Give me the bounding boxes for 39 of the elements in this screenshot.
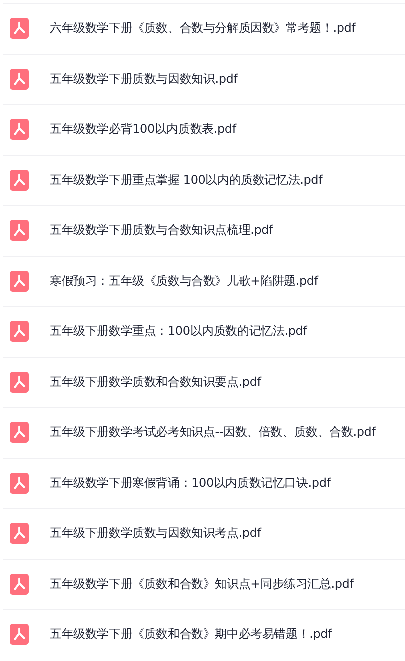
- pdf-icon: [10, 321, 29, 342]
- file-name: 五年级数学下册质数与合数知识点梳理.pdf: [50, 222, 274, 240]
- file-row[interactable]: 五年级下册数学质数与因数知识考点.pdf: [3, 508, 405, 558]
- file-name: 五年级下册数学重点：100以内质数的记忆法.pdf: [50, 323, 308, 340]
- pdf-icon: [10, 68, 29, 90]
- file-row[interactable]: 五年级数学必背100以内质数表.pdf: [3, 104, 405, 154]
- file-name: 五年级数学下册寒假背诵：100以内质数记忆口诀.pdf: [50, 474, 331, 492]
- pdf-icon: [10, 270, 29, 292]
- file-name: 五年级数学下册质数与因数知识.pdf: [50, 70, 238, 88]
- pdf-icon: [10, 372, 29, 393]
- pdf-icon: [10, 18, 29, 40]
- file-name: 五年级下册数学质数和合数知识要点.pdf: [50, 374, 262, 391]
- pdf-icon: [10, 574, 29, 595]
- file-row[interactable]: 五年级数学下册《质数和合数》知识点+同步练习汇总.pdf: [3, 558, 405, 609]
- file-row[interactable]: 五年级下册数学考试必考知识点--因数、倍数、质数、合数.pdf: [3, 407, 405, 458]
- pdf-icon: [10, 523, 29, 544]
- file-name: 六年级数学下册《质数、合数与分解质因数》常考题！.pdf: [50, 20, 356, 38]
- file-row[interactable]: 五年级数学下册质数与因数知识.pdf: [3, 54, 405, 104]
- pdf-icon: [10, 422, 29, 444]
- file-name: 五年级数学下册重点掌握 100以内的质数记忆法.pdf: [50, 172, 323, 189]
- file-name: 五年级数学下册《质数和合数》期中必考易错题！.pdf: [50, 626, 332, 644]
- file-row[interactable]: 五年级数学下册《质数和合数》期中必考易错题！.pdf: [3, 609, 405, 660]
- pdf-icon: [10, 119, 29, 140]
- pdf-icon: [10, 170, 29, 191]
- file-name: 寒假预习：五年级《质数与合数》儿歌+陷阱题.pdf: [50, 272, 318, 290]
- file-row[interactable]: 五年级数学下册质数与合数知识点梳理.pdf: [3, 205, 405, 256]
- file-row[interactable]: 五年级下册数学质数和合数知识要点.pdf: [3, 356, 405, 407]
- file-name: 五年级数学下册《质数和合数》知识点+同步练习汇总.pdf: [50, 576, 354, 593]
- file-row[interactable]: 五年级数学下册重点掌握 100以内的质数记忆法.pdf: [3, 154, 405, 205]
- pdf-icon: [10, 472, 29, 494]
- file-row[interactable]: 五年级下册数学重点：100以内质数的记忆法.pdf: [3, 306, 405, 356]
- file-name: 五年级数学必背100以内质数表.pdf: [50, 121, 236, 138]
- file-row[interactable]: 寒假预习：五年级《质数与合数》儿歌+陷阱题.pdf: [3, 256, 405, 306]
- pdf-icon: [10, 624, 29, 646]
- file-row[interactable]: 五年级数学下册寒假背诵：100以内质数记忆口诀.pdf: [3, 458, 405, 508]
- file-row[interactable]: 六年级数学下册《质数、合数与分解质因数》常考题！.pdf: [3, 3, 405, 54]
- file-name: 五年级下册数学考试必考知识点--因数、倍数、质数、合数.pdf: [50, 424, 376, 442]
- pdf-icon: [10, 220, 29, 242]
- file-name: 五年级下册数学质数与因数知识考点.pdf: [50, 525, 262, 542]
